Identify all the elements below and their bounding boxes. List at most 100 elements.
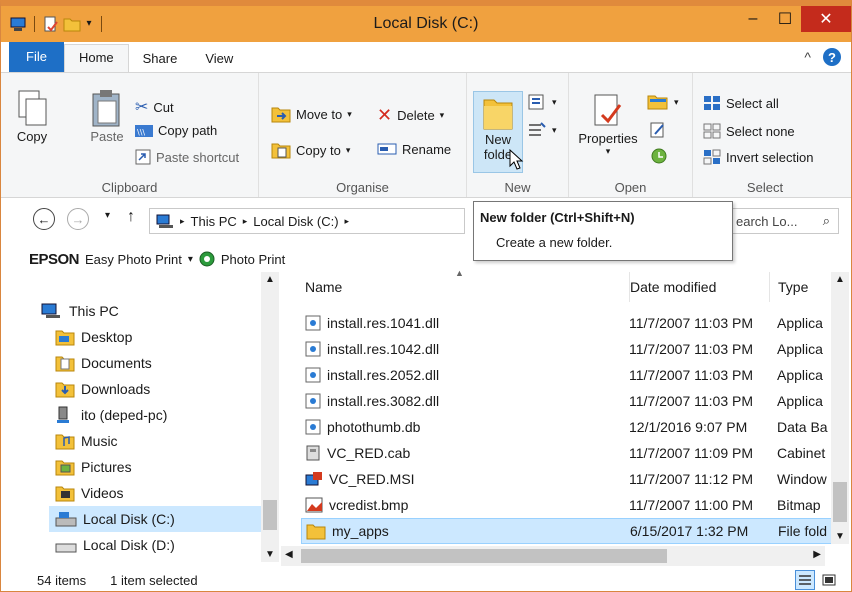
breadcrumb-local-disk[interactable]: Local Disk (C:) xyxy=(253,214,338,229)
collapse-ribbon-icon[interactable]: ^ xyxy=(804,49,811,65)
select-group: Select all Select none Invert selection … xyxy=(693,73,837,197)
recent-locations-icon[interactable]: ▾ xyxy=(105,210,110,221)
large-icons-view-button[interactable] xyxy=(819,570,839,590)
organise-group: Move to ▾ Copy to ▾ ✕ Delete ▾ Rename Organ… xyxy=(259,73,467,197)
search-input[interactable]: earch Lo... ⌕ xyxy=(731,208,839,234)
back-button[interactable]: ← xyxy=(33,208,55,230)
tab-file[interactable]: File xyxy=(9,42,64,72)
nav-item-network-user[interactable]: ito (deped-pc) xyxy=(55,402,167,428)
scroll-down-icon[interactable]: ▼ xyxy=(265,549,275,560)
easy-access-button[interactable]: ▾ xyxy=(527,121,557,139)
group-label: Organise xyxy=(336,180,389,195)
easy-access-icon xyxy=(529,122,546,136)
nav-item-music[interactable]: Music xyxy=(55,428,118,454)
msi-icon xyxy=(305,472,322,486)
table-row[interactable]: photothumb.db 12/1/2016 9:07 PM Data Ba xyxy=(301,414,837,440)
nav-item-local-disk-d[interactable]: Local Disk (D:) xyxy=(55,532,175,558)
details-view-button[interactable] xyxy=(795,570,815,590)
select-all-icon xyxy=(704,96,720,110)
open-group: Properties ▾ ▾ Open xyxy=(569,73,693,197)
table-row[interactable]: install.res.2052.dll 11/7/2007 11:03 PM … xyxy=(301,362,837,388)
epson-logo: EPSON xyxy=(29,250,80,268)
music-folder-icon xyxy=(55,434,75,450)
scrollbar-thumb[interactable] xyxy=(263,500,277,530)
invert-selection-button[interactable]: Invert selection xyxy=(703,149,813,165)
photo-print-button[interactable]: Photo Print xyxy=(221,252,285,267)
nav-item-this-pc[interactable]: This PC xyxy=(41,298,119,324)
edit-icon xyxy=(650,122,664,138)
column-header-date[interactable]: Date modified xyxy=(629,272,769,302)
minimize-button[interactable]: ‒ xyxy=(737,6,769,32)
chevron-down-icon[interactable]: ▾ xyxy=(188,254,193,265)
chevron-down-icon[interactable]: ▾ xyxy=(84,15,94,33)
scrollbar-thumb[interactable] xyxy=(301,549,667,563)
move-to-button[interactable]: Move to ▾ xyxy=(271,105,352,123)
column-header-type[interactable]: Type xyxy=(769,272,839,302)
new-folder-icon xyxy=(483,99,513,130)
history-button[interactable] xyxy=(649,147,669,165)
nav-item-videos[interactable]: Videos xyxy=(55,480,124,506)
nav-item-documents[interactable]: Documents xyxy=(55,350,152,376)
forward-button[interactable]: → xyxy=(67,208,89,230)
nav-item-downloads[interactable]: Downloads xyxy=(55,376,150,402)
navigation-pane: This PC Desktop Documents Downloads ito … xyxy=(1,272,281,568)
up-button[interactable]: ↑ xyxy=(127,208,135,226)
copy-path-button[interactable]: \\\ Copy path xyxy=(135,123,217,138)
maximize-button[interactable]: ☐ xyxy=(769,6,801,32)
select-all-button[interactable]: Select all xyxy=(703,95,779,111)
select-none-button[interactable]: Select none xyxy=(703,123,795,139)
scroll-left-icon[interactable]: ◀ xyxy=(285,549,293,560)
file-list-scrollbar[interactable]: ▲ ▼ xyxy=(831,272,849,544)
tab-view[interactable]: View xyxy=(191,46,247,72)
paste-button[interactable]: Paste xyxy=(87,89,127,144)
cut-button[interactable]: ✂ Cut xyxy=(135,97,174,117)
scroll-right-icon[interactable]: ▶ xyxy=(813,549,821,560)
copy-to-button[interactable]: Copy to ▾ xyxy=(271,141,350,159)
new-folder-icon[interactable] xyxy=(63,15,81,33)
tab-home[interactable]: Home xyxy=(63,44,129,72)
paste-shortcut-button[interactable]: Paste shortcut xyxy=(135,149,239,165)
delete-x-icon: ✕ xyxy=(377,105,393,125)
ribbon: Copy Paste ✂ Cut \\\ Copy path Paste sho… xyxy=(1,72,851,198)
epson-toolbar: EPSON Easy Photo Print ▾ Photo Print xyxy=(29,246,285,272)
new-item-button[interactable]: ▾ xyxy=(527,93,557,111)
open-folder-icon xyxy=(647,95,668,110)
computer-icon xyxy=(41,303,60,318)
tab-share[interactable]: Share xyxy=(129,46,192,72)
easy-photo-print-button[interactable]: Easy Photo Print xyxy=(85,252,182,267)
scroll-down-icon[interactable]: ▼ xyxy=(835,531,845,542)
desktop-folder-icon xyxy=(55,330,75,346)
table-row[interactable]: VC_RED.MSI 11/7/2007 11:12 PM Window xyxy=(301,466,837,492)
help-icon[interactable]: ? xyxy=(823,48,841,66)
column-header-name[interactable]: Name ▲ xyxy=(305,268,625,302)
scrollbar-thumb[interactable] xyxy=(833,482,847,522)
nav-item-local-disk-c[interactable]: Local Disk (C:) xyxy=(49,506,261,532)
dll-icon xyxy=(305,341,321,357)
nav-item-pictures[interactable]: Pictures xyxy=(55,454,132,480)
close-button[interactable]: ✕ xyxy=(801,6,851,32)
explorer-window: ▾ Local Disk (C:) ‒ ☐ ✕ File Home Share … xyxy=(0,0,852,592)
copy-path-icon: \\\ xyxy=(135,124,153,137)
nav-pane-scrollbar[interactable]: ▲ ▼ xyxy=(261,272,279,562)
delete-button[interactable]: ✕ Delete ▾ xyxy=(377,105,444,126)
scroll-up-icon[interactable]: ▲ xyxy=(265,274,275,285)
address-bar[interactable]: ▸ This PC ▸ Local Disk (C:) ▸ xyxy=(149,208,465,234)
nav-item-desktop[interactable]: Desktop xyxy=(55,324,132,350)
properties-button[interactable]: Properties ▾ xyxy=(575,93,641,157)
table-row[interactable]: VC_RED.cab 11/7/2007 11:09 PM Cabinet xyxy=(301,440,837,466)
edit-button[interactable] xyxy=(649,121,667,139)
open-button[interactable]: ▾ xyxy=(647,93,679,111)
table-row-selected[interactable]: my_apps 6/15/2017 1:32 PM File fold xyxy=(301,518,837,544)
rename-button[interactable]: Rename xyxy=(377,141,451,157)
table-row[interactable]: install.res.3082.dll 11/7/2007 11:03 PM … xyxy=(301,388,837,414)
table-row[interactable]: install.res.1042.dll 11/7/2007 11:03 PM … xyxy=(301,336,837,362)
table-row[interactable]: vcredist.bmp 11/7/2007 11:00 PM Bitmap xyxy=(301,492,837,518)
breadcrumb-this-pc[interactable]: This PC xyxy=(191,214,237,229)
computer-icon[interactable] xyxy=(9,15,27,33)
table-row[interactable]: install.res.1041.dll 11/7/2007 11:03 PM … xyxy=(301,310,837,336)
file-list-horizontal-scrollbar[interactable]: ◀ ▶ xyxy=(281,546,825,566)
properties-icon[interactable] xyxy=(42,15,60,33)
copy-button[interactable]: Copy xyxy=(11,89,53,144)
clipboard-group: Copy Paste ✂ Cut \\\ Copy path Paste sho… xyxy=(1,73,259,197)
scroll-up-icon[interactable]: ▲ xyxy=(835,274,845,285)
